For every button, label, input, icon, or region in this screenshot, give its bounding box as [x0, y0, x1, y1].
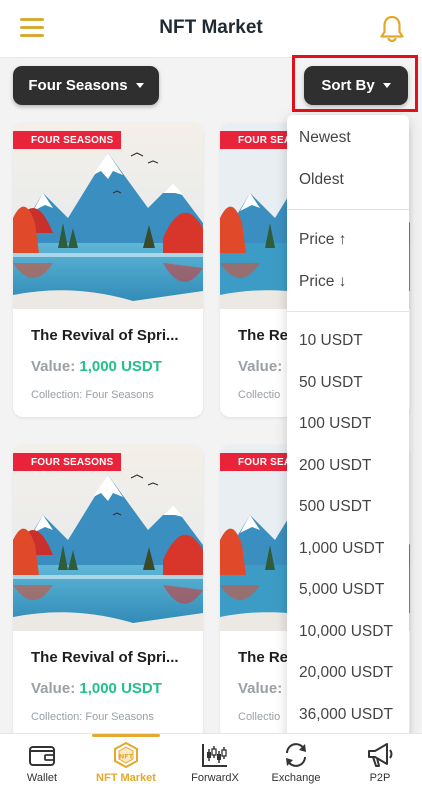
value-amount: 1,000 USDT	[79, 358, 162, 375]
collection-filter-label: Four Seasons	[28, 77, 128, 94]
filter-option-10000[interactable]: 10,000 USDT	[299, 623, 393, 641]
filter-option-100[interactable]: 100 USDT	[299, 415, 371, 433]
filter-option-1000[interactable]: 1,000 USDT	[299, 540, 384, 558]
value-label: Value:	[31, 680, 76, 697]
nft-value: Value: 1,000 USDT	[31, 680, 185, 697]
value-label: Value:	[238, 358, 283, 375]
nft-card[interactable]: FOUR SEASONS The Revival of Spri... Valu…	[13, 123, 203, 417]
app-header: NFT Market	[0, 0, 422, 58]
nft-collection: Collection: Four Seasons	[31, 389, 154, 401]
filter-option-10[interactable]: 10 USDT	[299, 332, 363, 350]
nav-exchange[interactable]: Exchange	[254, 734, 338, 799]
nft-icon: NFT	[114, 741, 138, 769]
megaphone-icon	[368, 743, 393, 767]
nft-name: The Revival of Spri...	[31, 649, 179, 666]
collection-tag: FOUR SEASONS	[13, 131, 122, 149]
caret-down-icon	[135, 83, 144, 88]
nav-wallet[interactable]: Wallet	[0, 734, 84, 799]
sort-option-price-asc[interactable]: Price ↑	[299, 231, 346, 249]
bell-icon[interactable]	[378, 14, 406, 44]
exchange-icon	[286, 743, 306, 767]
menu-divider	[287, 311, 409, 312]
nft-artwork: FOUR SEASONS	[13, 123, 203, 309]
sort-option-oldest[interactable]: Oldest	[299, 171, 344, 189]
nav-label: ForwardX	[191, 772, 239, 784]
nft-collection: Collection: Four Seasons	[31, 711, 154, 723]
nav-label: Wallet	[26, 772, 58, 784]
filter-option-500[interactable]: 500 USDT	[299, 498, 371, 516]
value-label: Value:	[31, 358, 76, 375]
sort-dropdown-menu: Newest Oldest Price ↑ Price ↓ 10 USDT 50…	[287, 115, 409, 741]
menu-divider	[287, 209, 409, 210]
nav-nft-market[interactable]: NFT NFT Market	[84, 734, 168, 799]
filter-option-20000[interactable]: 20,000 USDT	[299, 664, 393, 682]
bottom-navigation: Wallet NFT NFT Market ForwardX Exchange	[0, 733, 422, 799]
nav-label: NFT Market	[96, 772, 156, 784]
wallet-icon	[29, 746, 55, 766]
sort-by-label: Sort By	[321, 77, 375, 94]
sort-option-newest[interactable]: Newest	[299, 129, 351, 147]
value-label: Value:	[238, 680, 283, 697]
nft-name: The Revival of Spri...	[31, 327, 179, 344]
nft-value: Value: 1,000 USDT	[31, 358, 185, 375]
nft-artwork: FOUR SEASONS	[13, 445, 203, 631]
svg-text:NFT: NFT	[119, 753, 134, 761]
candlestick-icon	[202, 744, 227, 767]
sort-by-button[interactable]: Sort By	[304, 66, 408, 105]
nav-p2p[interactable]: P2P	[338, 734, 422, 799]
sort-option-price-desc[interactable]: Price ↓	[299, 273, 346, 291]
filter-option-200[interactable]: 200 USDT	[299, 457, 371, 475]
nav-label: P2P	[369, 772, 391, 784]
filter-option-36000[interactable]: 36,000 USDT	[299, 706, 393, 724]
nft-card[interactable]: FOUR SEASONS The Revival of Spri... Valu…	[13, 445, 203, 739]
collection-tag: FOUR SEASONS	[13, 453, 122, 471]
value-amount: 1,000 USDT	[79, 680, 162, 697]
filter-option-5000[interactable]: 5,000 USDT	[299, 581, 384, 599]
nav-forwardx[interactable]: ForwardX	[173, 734, 257, 799]
active-indicator	[92, 734, 160, 737]
collection-filter-dropdown[interactable]: Four Seasons	[13, 66, 159, 105]
nav-label: Exchange	[271, 772, 321, 784]
filter-option-50[interactable]: 50 USDT	[299, 374, 363, 392]
caret-down-icon	[382, 83, 391, 88]
page-title: NFT Market	[159, 17, 263, 38]
